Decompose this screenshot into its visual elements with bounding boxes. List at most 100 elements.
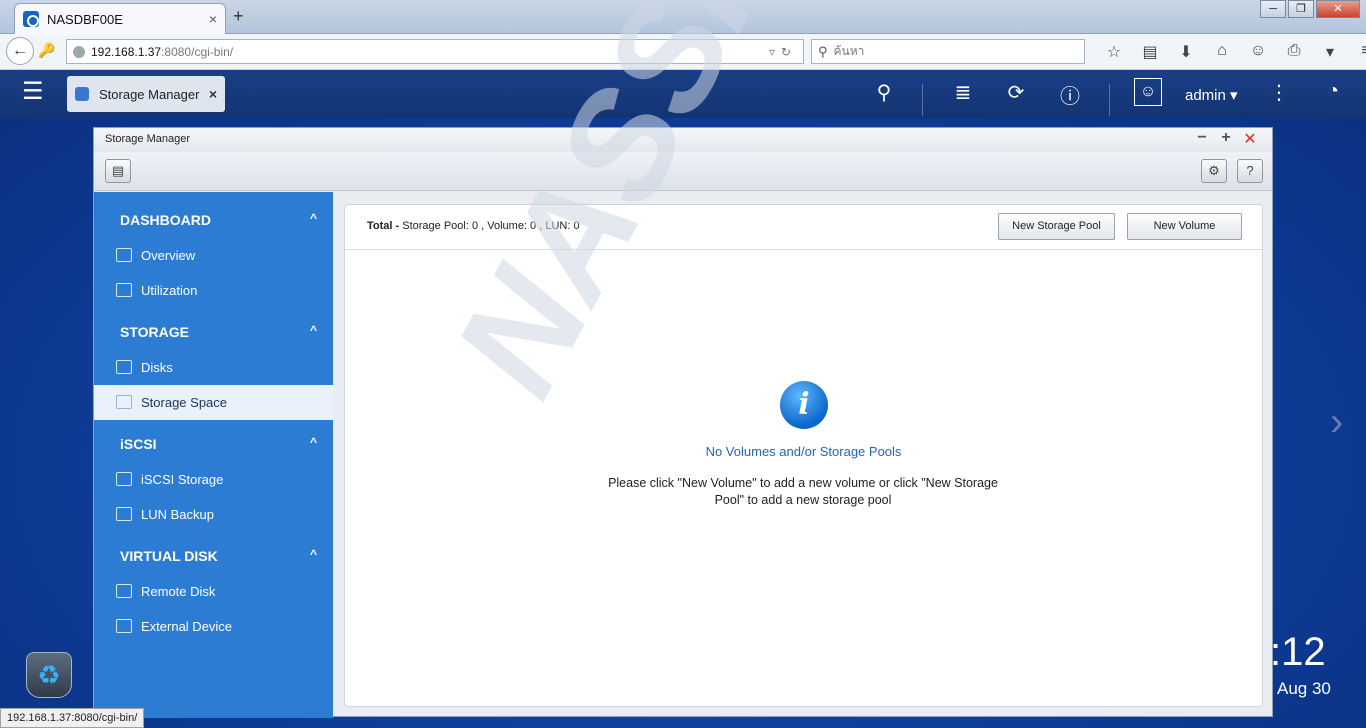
storage-space-panel: Total - Storage Pool: 0 , Volume: 0 , LU…	[344, 204, 1263, 707]
browser-navbar: ← 🔑 192.168.1.37 :8080/cgi-bin/ ▿↻ ⚲ ค้น…	[0, 34, 1366, 70]
empty-state-help: Please click "New Volume" to add a new v…	[608, 476, 998, 507]
sidebar-item-external-device[interactable]: External Device	[94, 609, 333, 644]
minimize-button[interactable]: ─	[1260, 0, 1286, 18]
search-icon[interactable]: ⚲	[869, 80, 899, 105]
external-device-icon	[116, 619, 132, 633]
help-icon[interactable]: ?	[1237, 159, 1263, 183]
settings-gear-icon[interactable]: ⚙	[1201, 159, 1227, 183]
browser-tabbar: NASDBF00E × + ─ ❐ ✕	[0, 0, 1366, 34]
sidebar-item-disks[interactable]: Disks	[94, 350, 333, 385]
download-icon[interactable]: ⬇	[1168, 42, 1204, 62]
sidebar-item-utilization[interactable]: Utilization	[94, 273, 333, 308]
home-icon[interactable]: ⌂	[1204, 42, 1240, 62]
storage-manager-window: Storage Manager − + ✕ ▤ ⚙ ? DASHBOARD ^ …	[93, 127, 1273, 718]
disk-icon	[116, 360, 132, 374]
key-icon[interactable]: 🔑	[38, 42, 55, 59]
taskbar-divider	[922, 84, 923, 116]
new-volume-button[interactable]: New Volume	[1127, 213, 1242, 240]
bookmark-star-icon[interactable]: ☆	[1096, 42, 1132, 62]
close-window-button[interactable]: ✕	[1316, 0, 1360, 18]
new-storage-pool-button[interactable]: New Storage Pool	[998, 213, 1115, 240]
chevron-up-icon[interactable]: ^	[310, 547, 317, 561]
pdf-icon[interactable]: ⎙	[1276, 42, 1312, 62]
sidebar-item-lun-backup[interactable]: LUN Backup	[94, 497, 333, 532]
window-maximize-icon[interactable]: +	[1214, 129, 1238, 149]
desktop-date: Aug 30	[1277, 679, 1331, 698]
sidebar: DASHBOARD ^ Overview Utilization STORAGE…	[94, 192, 333, 718]
chat-icon[interactable]: ☺	[1240, 42, 1276, 62]
storage-manager-icon	[75, 87, 89, 101]
tab-close-icon[interactable]: ×	[209, 11, 217, 27]
chevron-up-icon[interactable]: ^	[310, 211, 317, 225]
taskbar-app-storage-manager[interactable]: Storage Manager ×	[67, 76, 225, 112]
qts-desktop: ☰ Storage Manager × ⚲ ≣ ⟳ ⓘ ☺ admin ▾ ⋮ …	[0, 70, 1366, 728]
sidebar-section-dashboard[interactable]: DASHBOARD ^	[94, 201, 333, 237]
toggle-sidebar-icon[interactable]: ▤	[105, 159, 131, 183]
search-icon: ⚲	[818, 43, 828, 59]
sidebar-item-label: External Device	[141, 619, 233, 634]
section-title: STORAGE	[120, 324, 189, 340]
address-bar[interactable]: 192.168.1.37 :8080/cgi-bin/ ▿↻	[66, 39, 804, 64]
back-button[interactable]: ←	[6, 37, 34, 65]
sidebar-item-remote-disk[interactable]: Remote Disk	[94, 574, 333, 609]
background-tasks-icon[interactable]: ≣	[948, 80, 978, 105]
browser-search-input[interactable]: ⚲ ค้นหา	[811, 39, 1085, 64]
search-placeholder: ค้นหา	[833, 44, 865, 58]
status-url: 192.168.1.37:8080/cgi-bin/	[0, 708, 145, 728]
browser-tab[interactable]: NASDBF00E ×	[14, 3, 226, 34]
storage-space-icon	[116, 395, 132, 409]
qnap-favicon-icon	[23, 11, 39, 27]
app-close-icon[interactable]: ×	[209, 86, 217, 102]
user-avatar-icon[interactable]: ☺	[1134, 78, 1162, 106]
reload-icon[interactable]: ▿↻	[769, 45, 797, 59]
window-controls: ─ ❐ ✕	[1258, 0, 1360, 18]
panel-header: Total - Storage Pool: 0 , Volume: 0 , LU…	[345, 205, 1262, 250]
dropdown-icon[interactable]: ▾	[1312, 42, 1348, 62]
sidebar-section-iscsi[interactable]: iSCSI ^	[94, 425, 333, 461]
window-toolbar: ▤ ⚙ ?	[94, 152, 1272, 191]
dashboard-gauge-icon[interactable]: ◔	[1318, 80, 1348, 103]
chevron-up-icon[interactable]: ^	[310, 435, 317, 449]
lun-backup-icon	[116, 507, 132, 521]
qts-taskbar: ☰ Storage Manager × ⚲ ≣ ⟳ ⓘ ☺ admin ▾ ⋮ …	[0, 70, 1366, 118]
main-menu-icon[interactable]: ☰	[22, 80, 62, 110]
sidebar-item-label: Overview	[141, 248, 196, 263]
maximize-button[interactable]: ❐	[1288, 0, 1314, 18]
browser-toolbar: ☆ ▤ ⬇ ⌂ ☺ ⎙ ▾ ≡	[1096, 42, 1366, 62]
sidebar-section-virtual-disk[interactable]: VIRTUAL DISK ^	[94, 537, 333, 573]
external-device-icon[interactable]: ⟳	[1001, 80, 1031, 105]
info-icon: i	[780, 381, 828, 429]
recycle-bin-icon[interactable]: ♻	[26, 652, 72, 698]
chevron-up-icon[interactable]: ^	[310, 323, 317, 337]
url-host: 192.168.1.37	[91, 44, 162, 59]
storage-summary: Total - Storage Pool: 0 , Volume: 0 , LU…	[367, 220, 580, 232]
empty-state-title: No Volumes and/or Storage Pools	[705, 444, 902, 459]
window-titlebar: Storage Manager − + ✕	[94, 128, 1272, 152]
sidebar-item-storage-space[interactable]: Storage Space	[94, 385, 333, 420]
sidebar-item-overview[interactable]: Overview	[94, 238, 333, 273]
section-title: DASHBOARD	[120, 212, 211, 228]
window-minimize-icon[interactable]: −	[1190, 129, 1214, 149]
sidebar-item-label: Disks	[141, 360, 173, 375]
browser-menu-icon[interactable]: ≡	[1348, 42, 1366, 62]
iscsi-storage-icon	[116, 472, 132, 486]
info-icon[interactable]: ⓘ	[1055, 80, 1085, 109]
section-title: iSCSI	[120, 436, 157, 452]
total-label: Total -	[367, 220, 400, 232]
window-buttons: − + ✕	[1190, 129, 1262, 149]
section-title: VIRTUAL DISK	[120, 548, 218, 564]
overview-icon	[116, 248, 132, 262]
sidebar-item-iscsi-storage[interactable]: iSCSI Storage	[94, 462, 333, 497]
taskbar-divider	[1109, 84, 1110, 116]
user-menu[interactable]: admin ▾	[1185, 86, 1238, 104]
window-close-icon[interactable]: ✕	[1238, 129, 1262, 149]
sidebar-item-label: Remote Disk	[141, 584, 216, 599]
reading-list-icon[interactable]: ▤	[1132, 42, 1168, 62]
more-options-icon[interactable]: ⋮	[1264, 80, 1294, 105]
sidebar-section-storage[interactable]: STORAGE ^	[94, 313, 333, 349]
url-path: :8080/cgi-bin/	[161, 44, 234, 59]
sidebar-item-label: iSCSI Storage	[141, 472, 224, 487]
new-tab-button[interactable]: +	[233, 6, 244, 27]
next-page-icon[interactable]: ›	[1330, 400, 1354, 444]
remote-disk-icon	[116, 584, 132, 598]
